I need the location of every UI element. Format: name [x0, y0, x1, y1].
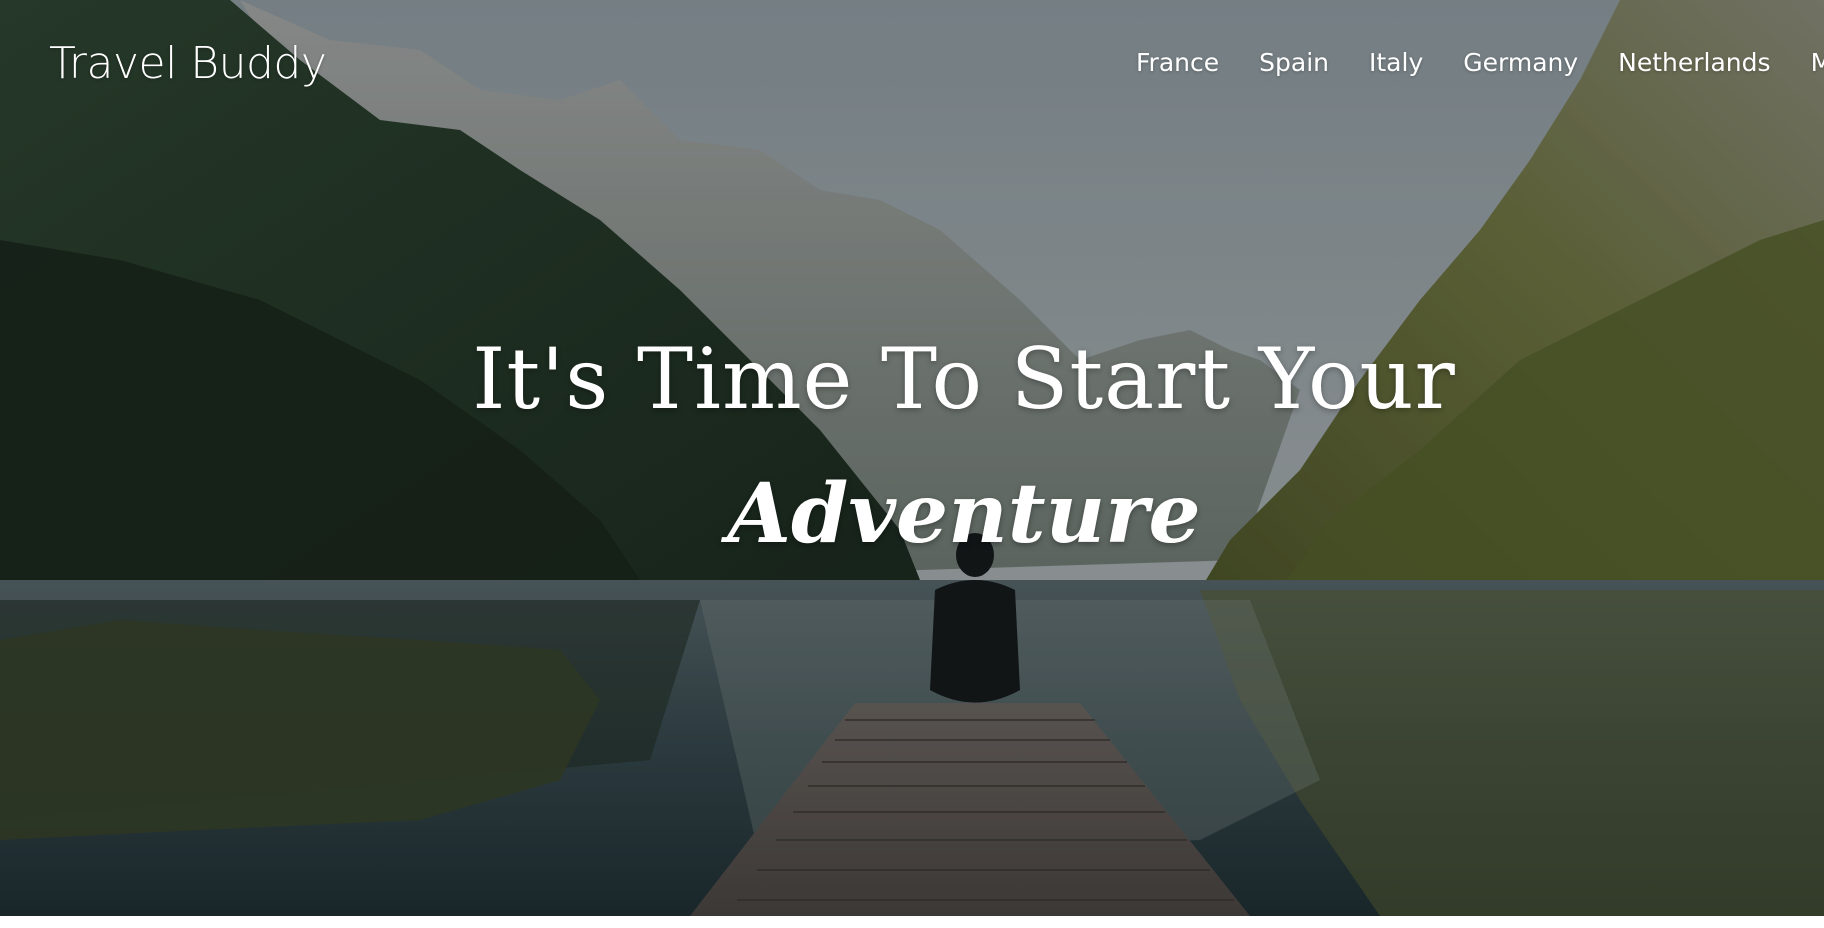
nav-item-netherlands[interactable]: Netherlands: [1618, 48, 1770, 77]
nav-item-france[interactable]: France: [1136, 48, 1219, 77]
nav-item-spain[interactable]: Spain: [1259, 48, 1329, 77]
nav-item-germany[interactable]: Germany: [1463, 48, 1578, 77]
hero-background-image: [0, 0, 1824, 916]
main-nav: France Spain Italy Germany Netherlands M…: [1136, 48, 1824, 77]
nav-item-map[interactable]: Map: [1811, 48, 1824, 77]
hero-headline-accent: Adventure: [727, 466, 1201, 562]
hero-headline: It's Time To Start Your: [472, 330, 1456, 428]
nav-item-italy[interactable]: Italy: [1369, 48, 1423, 77]
site-logo[interactable]: Travel Buddy: [49, 38, 327, 89]
hero-section: Travel Buddy France Spain Italy Germany …: [0, 0, 1824, 916]
